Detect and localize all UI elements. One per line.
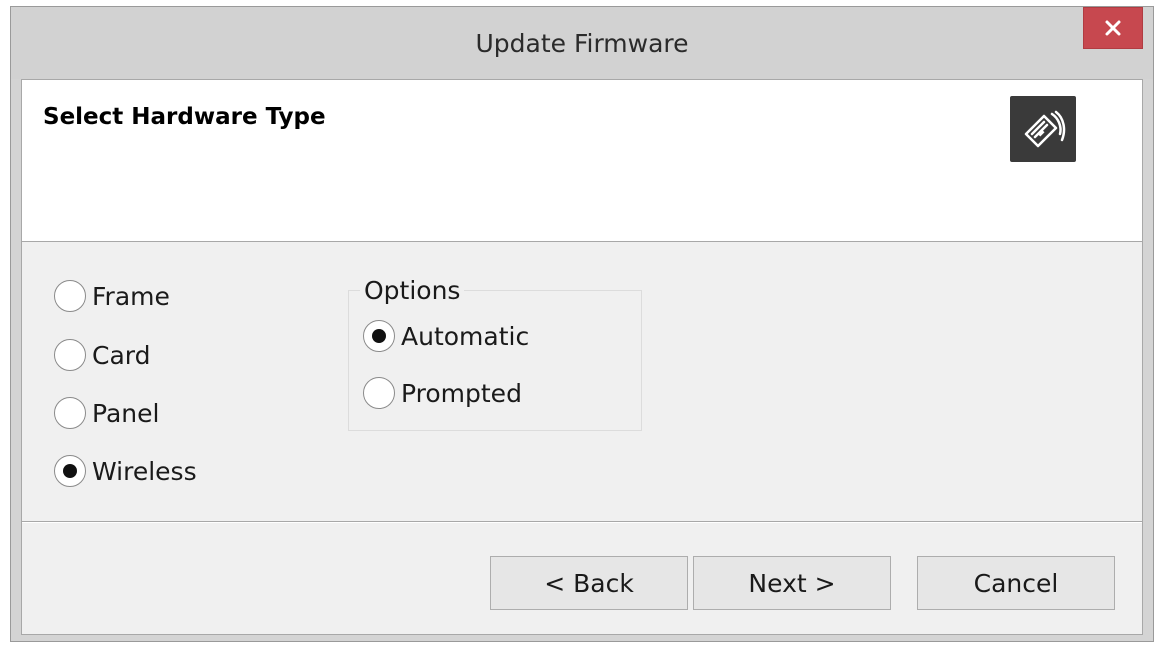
radio-label-automatic: Automatic — [401, 321, 530, 351]
options-group-label: Options — [360, 276, 465, 305]
radio-label-wireless: Wireless — [92, 456, 197, 486]
footer-divider — [22, 521, 1142, 523]
radio-button[interactable] — [363, 377, 395, 409]
wizard-body: Select Hardware Type Frame Card Panel Wi… — [21, 79, 1143, 635]
close-icon — [1105, 20, 1121, 36]
close-button[interactable] — [1083, 7, 1143, 49]
radio-prompted[interactable]: Prompted — [363, 377, 522, 409]
radio-panel[interactable]: Panel — [54, 397, 159, 429]
radio-button-selected[interactable] — [54, 455, 86, 487]
page-title: Select Hardware Type — [43, 104, 326, 130]
radio-button[interactable] — [54, 339, 86, 371]
next-button[interactable]: Next > — [693, 556, 891, 610]
radio-button-selected[interactable] — [363, 320, 395, 352]
update-firmware-window: Update Firmware Select Hardware Type Fra… — [10, 6, 1154, 642]
radio-button[interactable] — [54, 280, 86, 312]
radio-frame[interactable]: Frame — [54, 280, 170, 312]
radio-card[interactable]: Card — [54, 339, 150, 371]
radio-label-prompted: Prompted — [401, 378, 522, 408]
radio-automatic[interactable]: Automatic — [363, 320, 529, 352]
radio-button[interactable] — [54, 397, 86, 429]
options-groupbox — [348, 290, 642, 431]
cancel-button[interactable]: Cancel — [917, 556, 1115, 610]
radio-wireless[interactable]: Wireless — [54, 455, 197, 487]
window-title: Update Firmware — [475, 29, 689, 58]
radio-dot — [63, 464, 77, 478]
hardware-swipe-device-icon — [1010, 96, 1076, 162]
radio-label-frame: Frame — [92, 281, 170, 311]
wizard-header: Select Hardware Type — [22, 80, 1142, 242]
radio-label-panel: Panel — [92, 398, 160, 428]
radio-dot — [372, 329, 386, 343]
title-bar: Update Firmware — [11, 7, 1153, 79]
radio-label-card: Card — [92, 340, 151, 370]
back-button[interactable]: < Back — [490, 556, 688, 610]
